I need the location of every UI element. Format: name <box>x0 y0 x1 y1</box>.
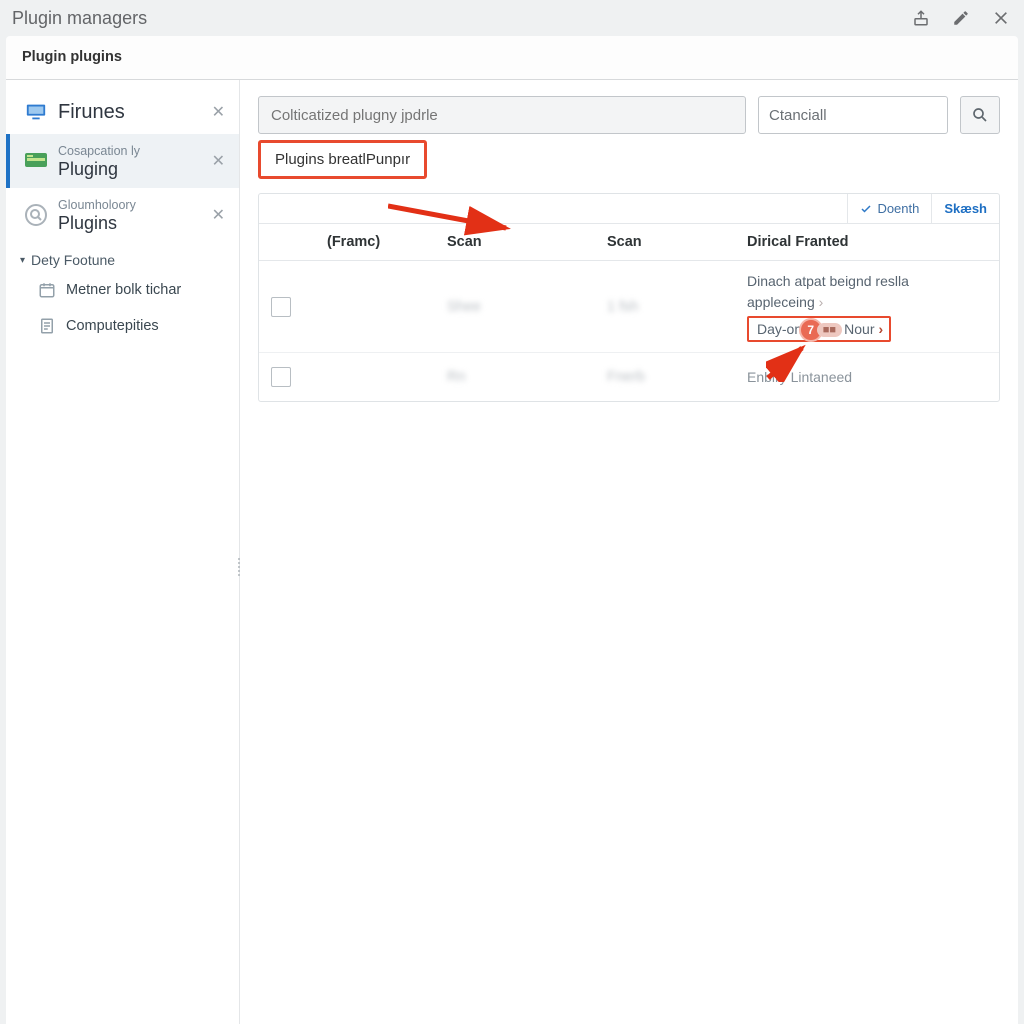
column-header[interactable]: (Framc) <box>315 224 435 260</box>
column-header[interactable]: Dirical Franted <box>735 224 999 260</box>
sidebar-item-pluging[interactable]: Cosapcation ly Pluging ✕ <box>6 134 239 188</box>
tree-item-label: Metner bolk tichar <box>66 282 181 298</box>
table-row[interactable]: Rn Fnerb Enbiry Lintaneed <box>259 353 999 401</box>
card-icon <box>20 147 52 175</box>
close-icon[interactable]: ✕ <box>208 102 229 122</box>
row-info: Dinach atpat beignd reslla <box>747 273 909 289</box>
tab-strip: Plugin plugins <box>6 36 1018 80</box>
tree-header[interactable]: Dety Footune <box>6 242 239 272</box>
doenth-action[interactable]: Doenth <box>847 194 931 223</box>
sidebar-item-label: Pluging <box>58 159 118 179</box>
sidebar-item-sup: Cosapcation ly <box>58 144 140 158</box>
search-button[interactable] <box>960 96 1000 134</box>
row-info: Enbiry Lintaneed <box>735 359 999 395</box>
export-icon[interactable] <box>910 7 932 29</box>
results-table: Doenth Skæsh (Framc) Scan Scan Dirical F… <box>258 193 1000 402</box>
tab-plugin-plugins[interactable]: Plugin plugins <box>22 49 122 75</box>
close-icon[interactable]: ✕ <box>208 151 229 171</box>
column-header[interactable]: Scan <box>435 224 595 260</box>
monitor-icon <box>20 98 52 126</box>
sidebar: Firunes ✕ Cosapcation ly Pluging ✕ Gloum… <box>6 80 240 1024</box>
callout-box: Plugins breatlPunpır <box>258 140 427 179</box>
column-header[interactable]: Scan <box>595 224 735 260</box>
row-info-extra: appleceing <box>747 294 815 310</box>
document-icon <box>36 316 58 336</box>
skash-action[interactable]: Skæsh <box>931 194 999 223</box>
row-checkbox[interactable] <box>271 297 291 317</box>
sidebar-item-firunes[interactable]: Firunes ✕ <box>6 90 239 134</box>
highlighted-link[interactable]: Day-omied at Nour› <box>747 316 891 342</box>
sidebar-item-label: Plugins <box>58 213 117 233</box>
sidebar-item-sup: Gloumholoory <box>58 198 136 212</box>
cell-blurred: Fnerb <box>595 359 735 395</box>
edit-icon[interactable] <box>950 7 972 29</box>
tree-item-metner[interactable]: Metner bolk tichar <box>6 272 239 308</box>
search-circle-icon <box>20 201 52 229</box>
cell-blurred: Shee <box>435 289 595 325</box>
table-row[interactable]: Shee 1 fsh Dinach atpat beignd reslla ap… <box>259 261 999 353</box>
main-panel: Plugins breatlPunpır Doenth Skæsh (Framc… <box>240 80 1018 1024</box>
calendar-icon <box>36 280 58 300</box>
close-icon[interactable] <box>990 7 1012 29</box>
cell-blurred: Rn <box>435 359 595 395</box>
cell-blurred: 1 fsh <box>595 289 735 325</box>
sidebar-item-label: Firunes <box>58 101 125 123</box>
tree-item-label: Computepities <box>66 318 159 334</box>
close-icon[interactable]: ✕ <box>208 205 229 225</box>
row-checkbox[interactable] <box>271 367 291 387</box>
sidebar-item-plugins[interactable]: Gloumholoory Plugins ✕ <box>6 188 239 242</box>
page-title: Plugin managers <box>12 8 147 29</box>
filter-input[interactable] <box>758 96 948 134</box>
tree-item-computepities[interactable]: Computepities <box>6 308 239 344</box>
search-input[interactable] <box>258 96 746 134</box>
